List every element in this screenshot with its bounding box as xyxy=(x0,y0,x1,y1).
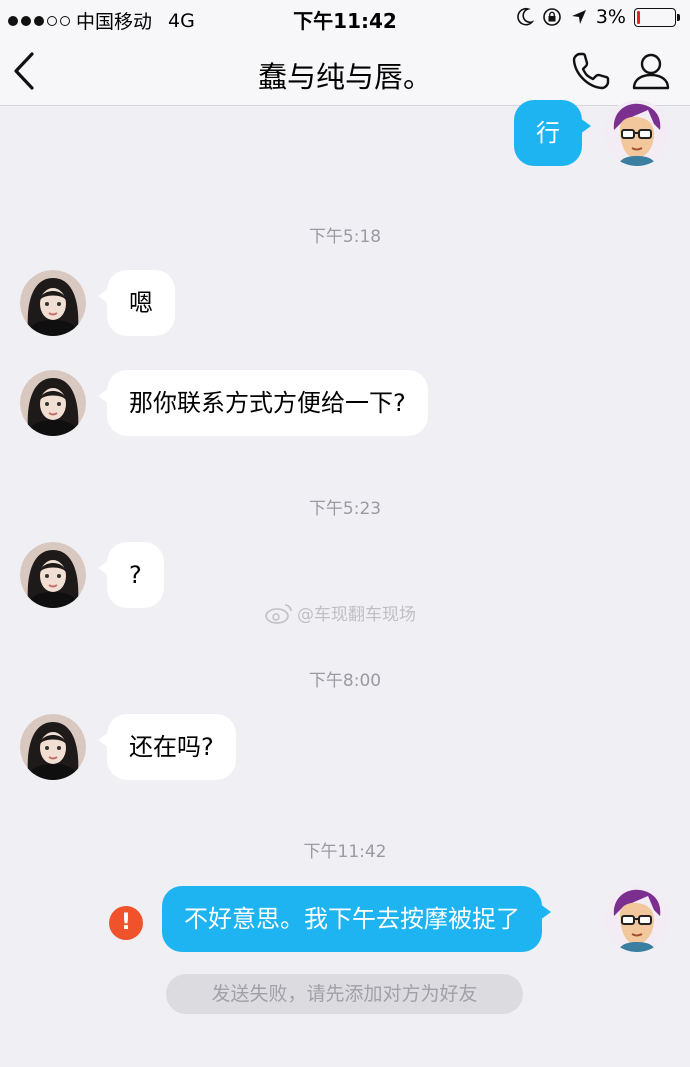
contact-avatar[interactable] xyxy=(20,714,86,780)
contact-avatar[interactable] xyxy=(20,542,86,608)
rotation-lock-icon xyxy=(543,8,561,26)
contact-photo-icon xyxy=(20,714,86,780)
contact-photo-icon xyxy=(20,270,86,336)
my-avatar[interactable] xyxy=(604,886,670,952)
my-avatar[interactable] xyxy=(604,100,670,166)
call-button[interactable] xyxy=(568,48,614,94)
message-timestamp: 下午5:18 xyxy=(308,227,382,247)
battery-percent: 3% xyxy=(595,6,626,28)
message-timestamp: 下午8:00 xyxy=(308,671,382,691)
cartoon-avatar-icon xyxy=(604,886,670,952)
contact-avatar[interactable] xyxy=(20,270,86,336)
outgoing-message-bubble[interactable]: 行 xyxy=(514,100,591,166)
incoming-message-bubble[interactable]: 还在吗? xyxy=(98,714,236,780)
watermark-text: @车现翻车现场 xyxy=(297,605,416,625)
phone-icon xyxy=(572,52,610,90)
location-arrow-icon xyxy=(571,10,586,24)
chat-screen: 中国移动 4G 下午11:42 3% 蠢与纯与唇。 行 下午5:18 嗯 那你联… xyxy=(0,0,690,1067)
battery-icon xyxy=(634,7,680,27)
incoming-message-bubble[interactable]: 嗯 xyxy=(98,270,175,336)
contact-avatar[interactable] xyxy=(20,370,86,436)
send-failed-icon[interactable]: ! xyxy=(109,906,143,940)
profile-button[interactable] xyxy=(628,48,674,94)
person-icon xyxy=(632,53,670,90)
contact-photo-icon xyxy=(20,370,86,436)
status-bar: 中国移动 4G 下午11:42 3% xyxy=(0,0,690,36)
weibo-watermark: @车现翻车现场 xyxy=(265,600,416,625)
message-timestamp: 下午11:42 xyxy=(303,842,387,862)
moon-icon xyxy=(517,7,534,26)
incoming-message-bubble[interactable]: 那你联系方式方便给一下? xyxy=(98,370,428,436)
send-failed-notice: 发送失败，请先添加对方为好友 xyxy=(166,974,523,1014)
message-timestamp: 下午5:23 xyxy=(308,499,382,519)
incoming-message-bubble[interactable]: ? xyxy=(98,542,164,608)
contact-photo-icon xyxy=(20,542,86,608)
cartoon-avatar-icon xyxy=(604,100,670,166)
weibo-logo-icon xyxy=(265,603,292,624)
status-right: 3% xyxy=(516,6,680,28)
nav-bar: 蠢与纯与唇。 xyxy=(0,36,690,106)
battery-level-fill xyxy=(637,10,641,24)
outgoing-message-bubble[interactable]: 不好意思。我下午去按摩被捉了 xyxy=(162,886,551,952)
